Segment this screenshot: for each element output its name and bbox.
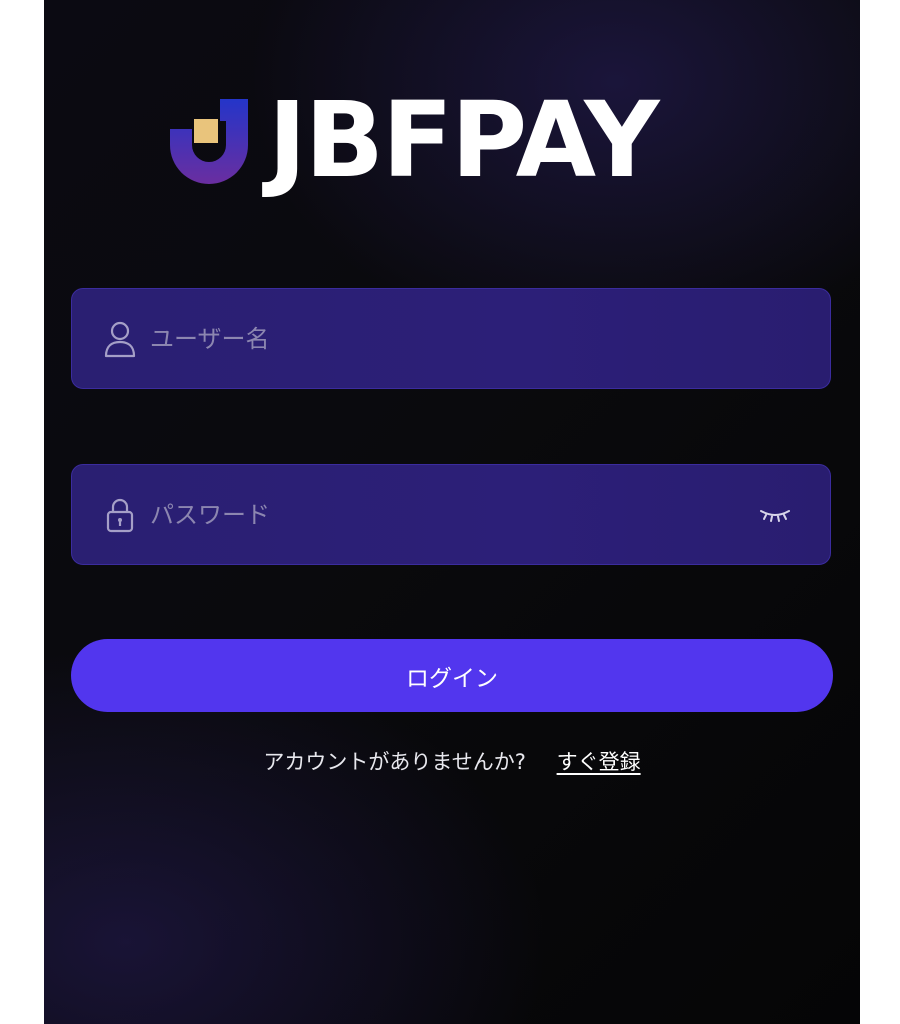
eye-closed-icon[interactable] bbox=[758, 503, 792, 527]
password-input[interactable] bbox=[148, 483, 758, 546]
register-prompt: アカウントがありませんか? すぐ登録 bbox=[44, 746, 860, 776]
brand-logo: JBFPAY bbox=[164, 79, 660, 201]
login-screen: JBFPAY ユーザー名 ログイン アカウントがありませんか? すぐ登録 bbox=[44, 0, 860, 1024]
password-field[interactable] bbox=[71, 464, 831, 565]
login-button[interactable]: ログイン bbox=[71, 639, 833, 712]
register-question: アカウントがありませんか? bbox=[263, 750, 526, 774]
user-icon bbox=[102, 319, 138, 359]
register-link[interactable]: すぐ登録 bbox=[557, 750, 641, 774]
username-field[interactable] bbox=[71, 288, 831, 389]
username-input[interactable] bbox=[148, 307, 830, 370]
brand-name: JBFPAY bbox=[268, 79, 660, 201]
lock-icon bbox=[102, 495, 138, 535]
jbfpay-logo-icon bbox=[170, 99, 248, 184]
